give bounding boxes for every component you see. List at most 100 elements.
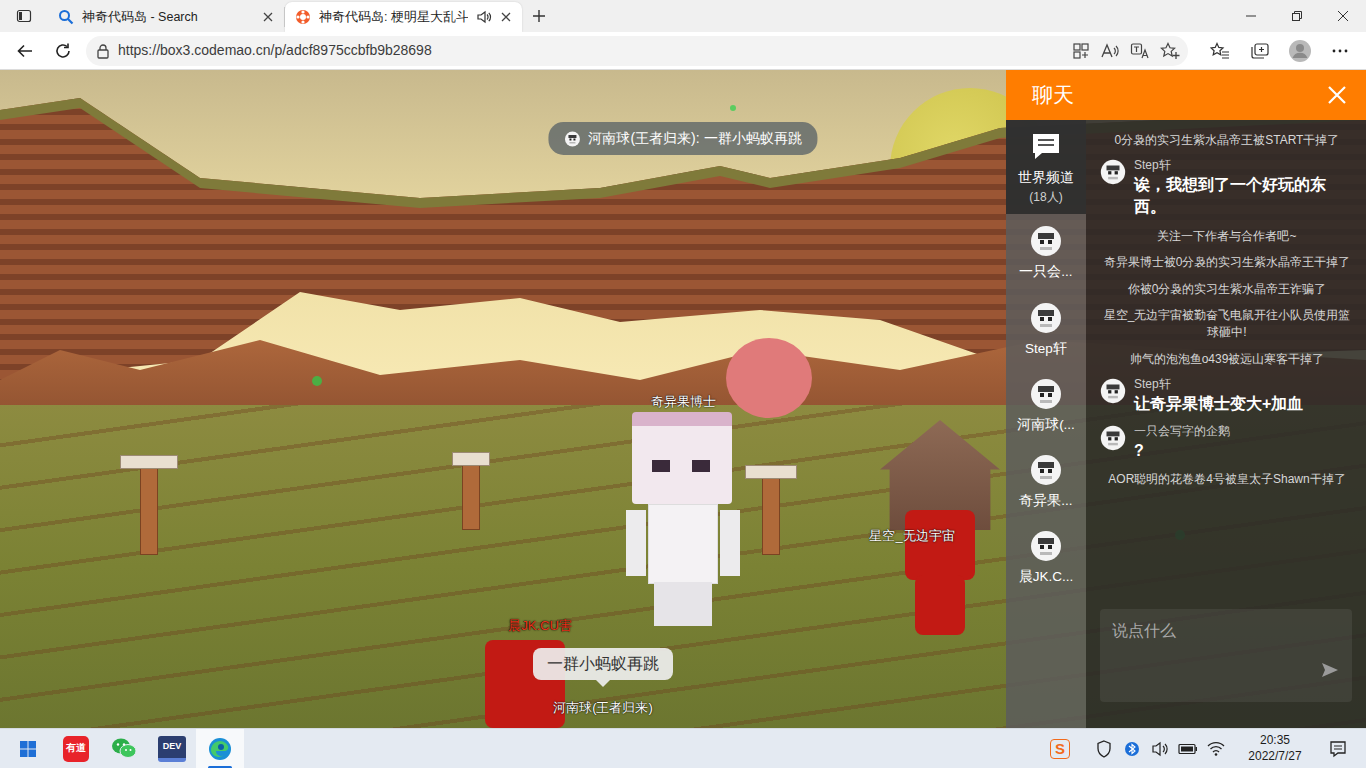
player-figure[interactable] bbox=[905, 510, 975, 580]
avatar-icon[interactable] bbox=[1100, 425, 1126, 451]
close-window-icon[interactable] bbox=[1320, 0, 1366, 32]
pillar bbox=[762, 475, 780, 555]
wechat-icon bbox=[111, 737, 137, 761]
add-favorite-icon[interactable] bbox=[1160, 42, 1180, 60]
avatar-icon[interactable] bbox=[1100, 159, 1126, 185]
read-aloud-icon[interactable] bbox=[1100, 42, 1120, 60]
avatar-icon bbox=[1029, 301, 1063, 335]
message-content: Step轩让奇异果博士变大+加血 bbox=[1134, 377, 1303, 415]
refresh-icon[interactable] bbox=[44, 35, 82, 67]
more-icon[interactable] bbox=[1320, 35, 1360, 67]
translate-icon[interactable] bbox=[1130, 42, 1150, 60]
user-message: Step轩诶，我想到了一个好玩的东西。 bbox=[1100, 158, 1354, 218]
message-content: Step轩诶，我想到了一个好玩的东西。 bbox=[1134, 158, 1354, 218]
sender-name: 一只会写字的企鹅 bbox=[1134, 424, 1230, 440]
dev-tool-icon: DEV bbox=[158, 736, 186, 762]
search-icon bbox=[58, 9, 74, 25]
announcement-bubble: 河南球(王者归来): 一群小蚂蚁再跳 bbox=[548, 122, 817, 155]
apps-icon[interactable] bbox=[1072, 42, 1090, 60]
pillar-cap bbox=[452, 452, 490, 466]
taskbar-app[interactable] bbox=[100, 729, 148, 768]
close-tab-icon[interactable] bbox=[262, 11, 274, 23]
back-icon[interactable] bbox=[6, 35, 44, 67]
speaker-icon[interactable] bbox=[476, 9, 492, 25]
pillar bbox=[462, 460, 480, 530]
particle bbox=[312, 376, 322, 386]
avatar-icon bbox=[1029, 529, 1063, 563]
profile-icon[interactable] bbox=[1280, 35, 1320, 67]
url-tools bbox=[1072, 42, 1180, 60]
clock[interactable]: 20:352022/7/27 bbox=[1240, 733, 1310, 764]
collections-icon[interactable] bbox=[1240, 35, 1280, 67]
system-message: 星空_无边宇宙被勤奋飞电鼠开往小队员使用篮球砸中! bbox=[1100, 307, 1354, 342]
avatar-icon bbox=[1029, 377, 1063, 411]
tab-actions-icon[interactable] bbox=[0, 0, 48, 32]
player-name[interactable]: 晨JK.CU害 bbox=[508, 616, 572, 636]
user-message: Step轩让奇异果博士变大+加血 bbox=[1100, 377, 1354, 415]
channel-list: 世界频道(18人)一只会...Step轩河南球(...奇异果...晨JK.C..… bbox=[1006, 120, 1086, 728]
hero-head[interactable] bbox=[632, 412, 732, 504]
channel-item[interactable]: 一只会... bbox=[1006, 214, 1086, 290]
tab-label: 神奇代码岛: 梗明星大乱斗 bbox=[319, 8, 468, 27]
bluetooth-icon[interactable] bbox=[1120, 729, 1144, 768]
user-message: 一只会写字的企鹅? bbox=[1100, 424, 1354, 462]
tab-strip: 神奇代码岛 - Search 神奇代码岛: 梗明星大乱斗 bbox=[48, 2, 522, 32]
windows-start-icon[interactable] bbox=[4, 729, 52, 768]
url-text[interactable]: https://box3.codemao.cn/p/adcf8975ccbfb9… bbox=[118, 40, 1064, 61]
announcement-text: 河南球(王者归来): 一群小蚂蚁再跳 bbox=[588, 128, 801, 149]
channel-item[interactable]: 奇异果... bbox=[1006, 443, 1086, 519]
system-tray: S 20:352022/7/27 bbox=[1048, 729, 1362, 768]
pillar bbox=[140, 465, 158, 555]
channel-label: 世界频道 bbox=[1018, 168, 1074, 188]
lock-icon[interactable] bbox=[96, 43, 110, 59]
minimize-icon[interactable] bbox=[1228, 0, 1274, 32]
sender-name: Step轩 bbox=[1134, 158, 1354, 174]
security-icon[interactable] bbox=[1092, 729, 1116, 768]
message-content: 一只会写字的企鹅? bbox=[1134, 424, 1230, 462]
game-view[interactable]: 河南球(王者归来): 一群小蚂蚁再跳奇异果博士星空_无边宇宙晨JK.CU害河南球… bbox=[0, 70, 1366, 728]
hero-body bbox=[648, 504, 718, 584]
player-name[interactable]: 星空_无边宇宙 bbox=[869, 526, 954, 546]
chat-title: 聊天 bbox=[1032, 79, 1074, 111]
pillar-cap bbox=[745, 465, 797, 479]
channel-label: 奇异果... bbox=[1019, 491, 1072, 511]
notification-icon[interactable] bbox=[1314, 729, 1362, 768]
hero-arm bbox=[626, 510, 646, 576]
url-field[interactable]: https://box3.codemao.cn/p/adcf8975ccbfb9… bbox=[86, 36, 1188, 66]
favorites-icon[interactable] bbox=[1200, 35, 1240, 67]
taskbar-app[interactable]: 有道 bbox=[52, 729, 100, 768]
channel-item[interactable]: 晨JK.C... bbox=[1006, 519, 1086, 595]
message-column: 0分袅的实习生紫水晶帝王被START干掉了Step轩诶，我想到了一个好玩的东西。… bbox=[1086, 120, 1366, 728]
input-method[interactable]: S bbox=[1048, 729, 1072, 768]
browser-tab[interactable]: 神奇代码岛: 梗明星大乱斗 bbox=[285, 2, 522, 32]
chat-input[interactable] bbox=[1100, 609, 1352, 697]
member-count: (18人) bbox=[1029, 188, 1062, 206]
player-name[interactable]: 河南球(王者归来) bbox=[553, 698, 653, 718]
hero-legs bbox=[654, 582, 712, 626]
player-name[interactable]: 奇异果博士 bbox=[651, 392, 716, 412]
wifi-icon[interactable] bbox=[1204, 729, 1228, 768]
close-icon[interactable] bbox=[1322, 80, 1352, 110]
taskbar-app[interactable] bbox=[196, 729, 244, 768]
channel-item[interactable]: 世界频道(18人) bbox=[1006, 120, 1086, 214]
sogou-icon[interactable]: S bbox=[1050, 739, 1070, 759]
channel-label: Step轩 bbox=[1025, 339, 1067, 359]
system-message: AOR聪明的花卷卷4号被皇太子Shawn干掉了 bbox=[1100, 471, 1354, 488]
volume-icon[interactable] bbox=[1148, 729, 1172, 768]
send-icon[interactable] bbox=[1320, 660, 1340, 680]
battery-icon[interactable] bbox=[1176, 729, 1200, 768]
message-text: 让奇异果博士变大+加血 bbox=[1134, 393, 1303, 415]
avatar-icon[interactable] bbox=[1100, 378, 1126, 404]
player-figure[interactable] bbox=[915, 575, 965, 635]
channel-item[interactable]: 河南球(... bbox=[1006, 367, 1086, 443]
close-tab-icon[interactable] bbox=[500, 11, 512, 23]
hero-eye bbox=[692, 460, 710, 472]
taskbar-app[interactable]: DEV bbox=[148, 729, 196, 768]
browser-tab[interactable]: 神奇代码岛 - Search bbox=[48, 7, 285, 27]
chat-bubble-icon bbox=[1029, 130, 1063, 164]
channel-item[interactable]: Step轩 bbox=[1006, 291, 1086, 367]
channel-label: 晨JK.C... bbox=[1019, 567, 1074, 587]
tab-bar: 神奇代码岛 - Search 神奇代码岛: 梗明星大乱斗 bbox=[0, 0, 1366, 32]
new-tab-icon[interactable] bbox=[522, 0, 556, 32]
restore-icon[interactable] bbox=[1274, 0, 1320, 32]
